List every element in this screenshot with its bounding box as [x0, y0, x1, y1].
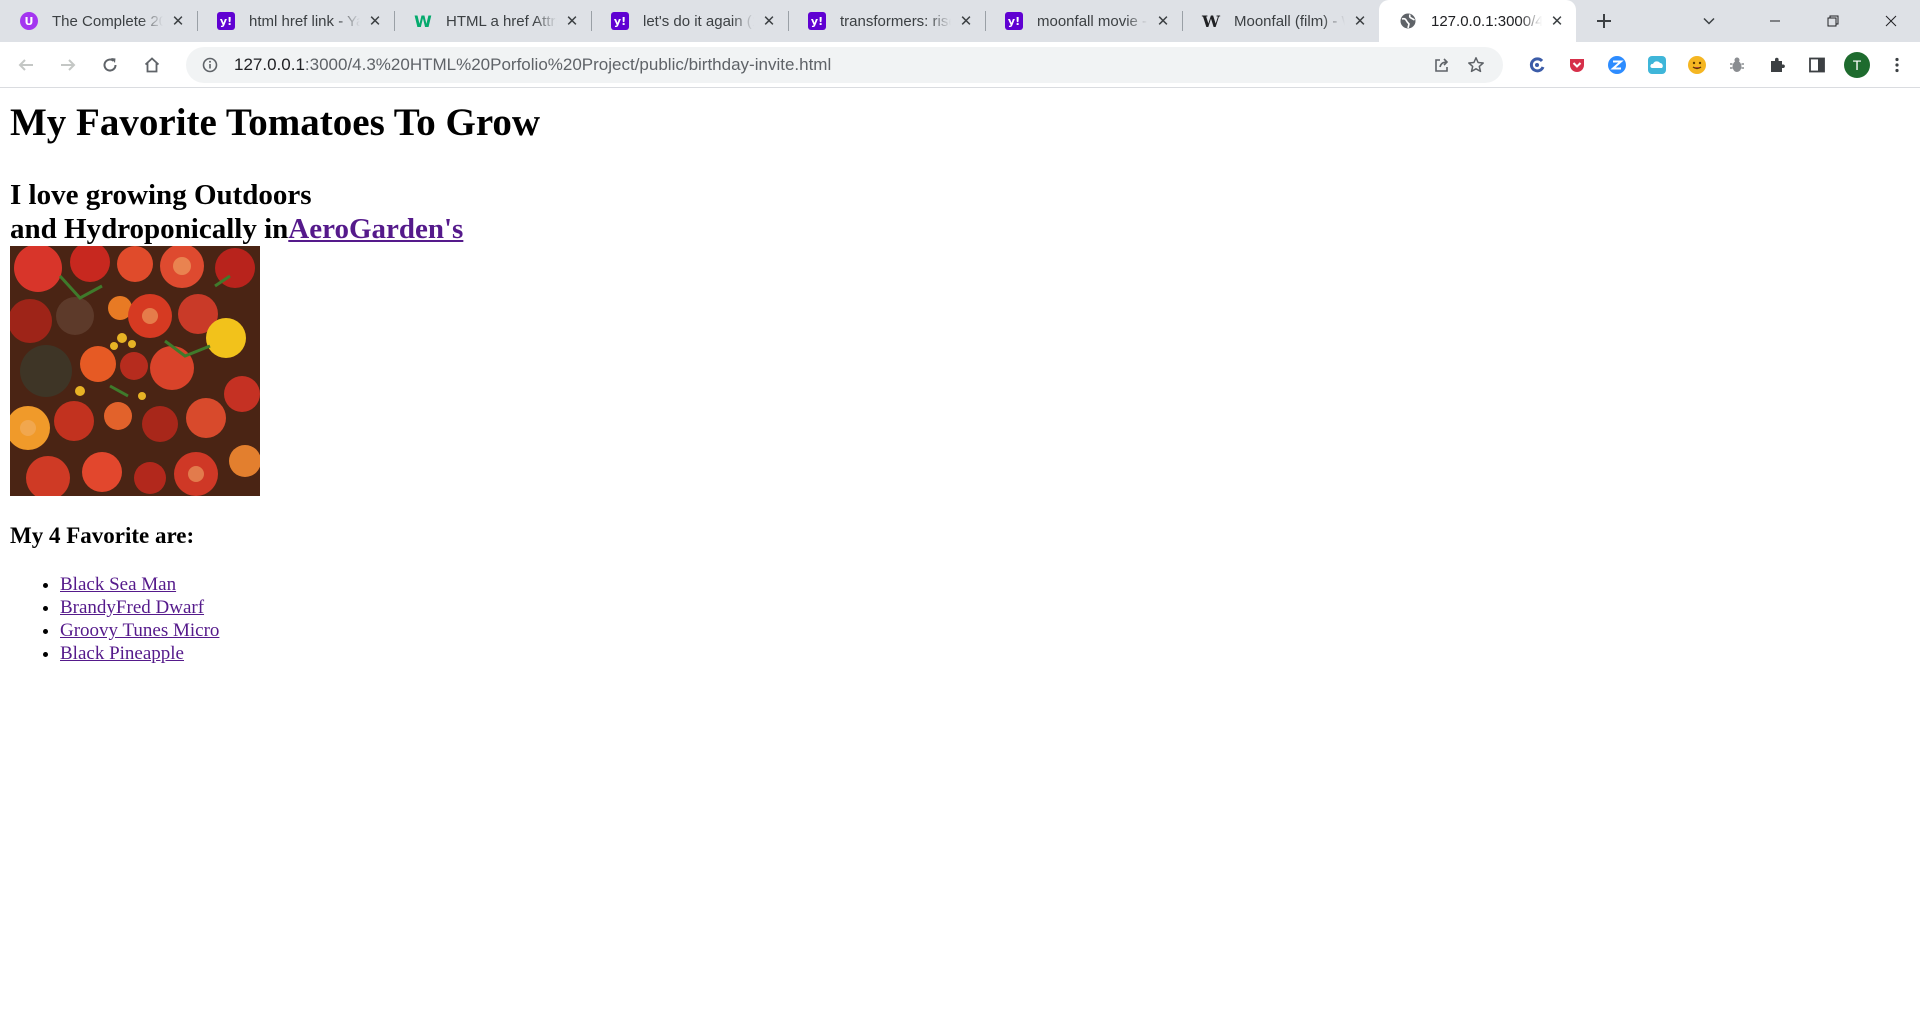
yahoo-icon: y! [611, 12, 629, 30]
home-button[interactable] [132, 45, 172, 85]
chevron-down-icon [1703, 17, 1715, 25]
favorite-link-brandyfred-dwarf[interactable]: BrandyFred Dwarf [60, 597, 204, 618]
plus-icon [1597, 14, 1611, 28]
arrow-left-icon [18, 58, 33, 71]
extensions-puzzle-icon[interactable] [1757, 45, 1797, 85]
address-bar[interactable]: 127.0.0.1:3000/4.3%20HTML%20Porfolio%20P… [186, 46, 1503, 83]
list-item: Groovy Tunes Micro [60, 619, 1910, 642]
tab-localhost[interactable]: 127.0.0.1:3000/4.3 ✕ [1379, 0, 1576, 42]
minimize-icon [1770, 20, 1780, 22]
tab-search-button[interactable] [1680, 0, 1738, 42]
subtitle-line-2: and Hydroponically in [10, 213, 289, 246]
side-panel-icon[interactable] [1797, 45, 1837, 85]
tab-yahoo-moonfall[interactable]: y! moonfall movie - Yahoo ✕ [985, 0, 1182, 42]
tab-strip: U The Complete 2023 ✕ y! html href link … [0, 0, 1920, 42]
yahoo-icon: y! [217, 12, 235, 30]
favorite-link-black-pineapple[interactable]: Black Pineapple [60, 643, 184, 664]
extension-pocket-icon[interactable] [1557, 45, 1597, 85]
url-path: :3000/4.3%20HTML%20Porfolio%20Project/pu… [304, 54, 832, 74]
extension-bug-icon[interactable] [1717, 45, 1757, 85]
minimize-button[interactable] [1746, 0, 1804, 42]
page-subtitle: I love growing Outdoors and Hydroponicall… [10, 178, 1910, 246]
extension-swirl-icon[interactable] [1517, 45, 1557, 85]
aerogarden-link[interactable]: AeroGarden's [288, 213, 463, 245]
home-icon [144, 56, 160, 72]
tab-yahoo-lets-do-it[interactable]: y! let's do it again (1 ✕ [591, 0, 788, 42]
url-text[interactable]: 127.0.0.1:3000/4.3%20HTML%20Porfolio%20P… [234, 55, 1425, 75]
close-icon[interactable]: ✕ [1154, 12, 1172, 30]
restore-icon [1827, 15, 1839, 27]
tab-title: The Complete 2023 [52, 12, 163, 30]
tab-udemy[interactable]: U The Complete 2023 ✕ [0, 0, 197, 42]
favorites-list: Black Sea Man BrandyFred Dwarf Groovy Tu… [10, 573, 1910, 665]
site-info-icon[interactable] [200, 57, 220, 73]
globe-icon [1399, 12, 1417, 30]
tab-title: moonfall movie - Yahoo [1037, 12, 1148, 30]
close-icon[interactable]: ✕ [1548, 12, 1566, 30]
list-item: BrandyFred Dwarf [60, 596, 1910, 619]
back-button[interactable] [6, 45, 46, 85]
extension-cloud-icon[interactable] [1637, 45, 1677, 85]
tab-title: transformers: rise [840, 12, 951, 30]
browser-toolbar: 127.0.0.1:3000/4.3%20HTML%20Porfolio%20P… [0, 42, 1920, 88]
url-host: 127.0.0.1 [234, 54, 305, 74]
reload-icon [103, 57, 117, 72]
tab-title: Moonfall (film) - Wikipedia [1234, 12, 1345, 30]
tab-wikipedia[interactable]: W Moonfall (film) - Wikipedia ✕ [1182, 0, 1379, 42]
tab-yahoo-transformers[interactable]: y! transformers: rise ✕ [788, 0, 985, 42]
heirloom-tomatoes-picture [10, 246, 260, 497]
yahoo-icon: y! [1005, 12, 1023, 30]
restore-button[interactable] [1804, 0, 1862, 42]
forward-button[interactable] [48, 45, 88, 85]
profile-avatar[interactable]: T [1837, 45, 1877, 85]
menu-button[interactable] [1877, 45, 1917, 85]
list-item: Black Sea Man [60, 573, 1910, 596]
extensions-area: T [1517, 45, 1917, 85]
wikipedia-icon: W [1202, 11, 1220, 31]
share-icon[interactable] [1425, 48, 1459, 82]
page-content: My Favorite Tomatoes To Grow I love grow… [0, 89, 1920, 1020]
subtitle-line-1: I love growing Outdoors [10, 178, 312, 211]
close-icon[interactable]: ✕ [1351, 12, 1369, 30]
favorites-heading: My 4 Favorite are: [10, 523, 195, 549]
extension-emoji-icon[interactable] [1677, 45, 1717, 85]
favorite-link-groovy-tunes-micro[interactable]: Groovy Tunes Micro [60, 620, 219, 641]
page-title: My Favorite Tomatoes To Grow [10, 101, 541, 144]
tab-yahoo-html-href[interactable]: y! html href link - Yahoo ✕ [197, 0, 394, 42]
close-icon [1885, 15, 1897, 27]
window-controls [1680, 0, 1920, 42]
close-icon[interactable]: ✕ [957, 12, 975, 30]
close-icon[interactable]: ✕ [366, 12, 384, 30]
extension-zoom-icon[interactable] [1597, 45, 1637, 85]
list-item: Black Pineapple [60, 642, 1910, 665]
favorite-link-black-sea-man[interactable]: Black Sea Man [60, 574, 176, 595]
tab-title: HTML a href Attribute [446, 12, 557, 30]
close-icon[interactable]: ✕ [169, 12, 187, 30]
avatar: T [1844, 51, 1870, 78]
reload-button[interactable] [90, 45, 130, 85]
arrow-right-icon [61, 58, 76, 71]
new-tab-button[interactable] [1582, 0, 1626, 42]
kebab-menu-icon [1895, 57, 1899, 72]
w3schools-icon: W [414, 11, 432, 31]
tab-w3schools[interactable]: W HTML a href Attribute ✕ [394, 0, 591, 42]
yahoo-icon: y! [808, 12, 826, 30]
tab-title: 127.0.0.1:3000/4.3 [1431, 12, 1542, 30]
tomato-image [10, 246, 260, 497]
tab-title: let's do it again (1 [643, 12, 754, 30]
udemy-icon: U [20, 12, 38, 30]
close-window-button[interactable] [1862, 0, 1920, 42]
bookmark-star-icon[interactable] [1459, 48, 1493, 82]
close-icon[interactable]: ✕ [563, 12, 581, 30]
close-icon[interactable]: ✕ [760, 12, 778, 30]
tab-title: html href link - Yahoo [249, 12, 360, 30]
